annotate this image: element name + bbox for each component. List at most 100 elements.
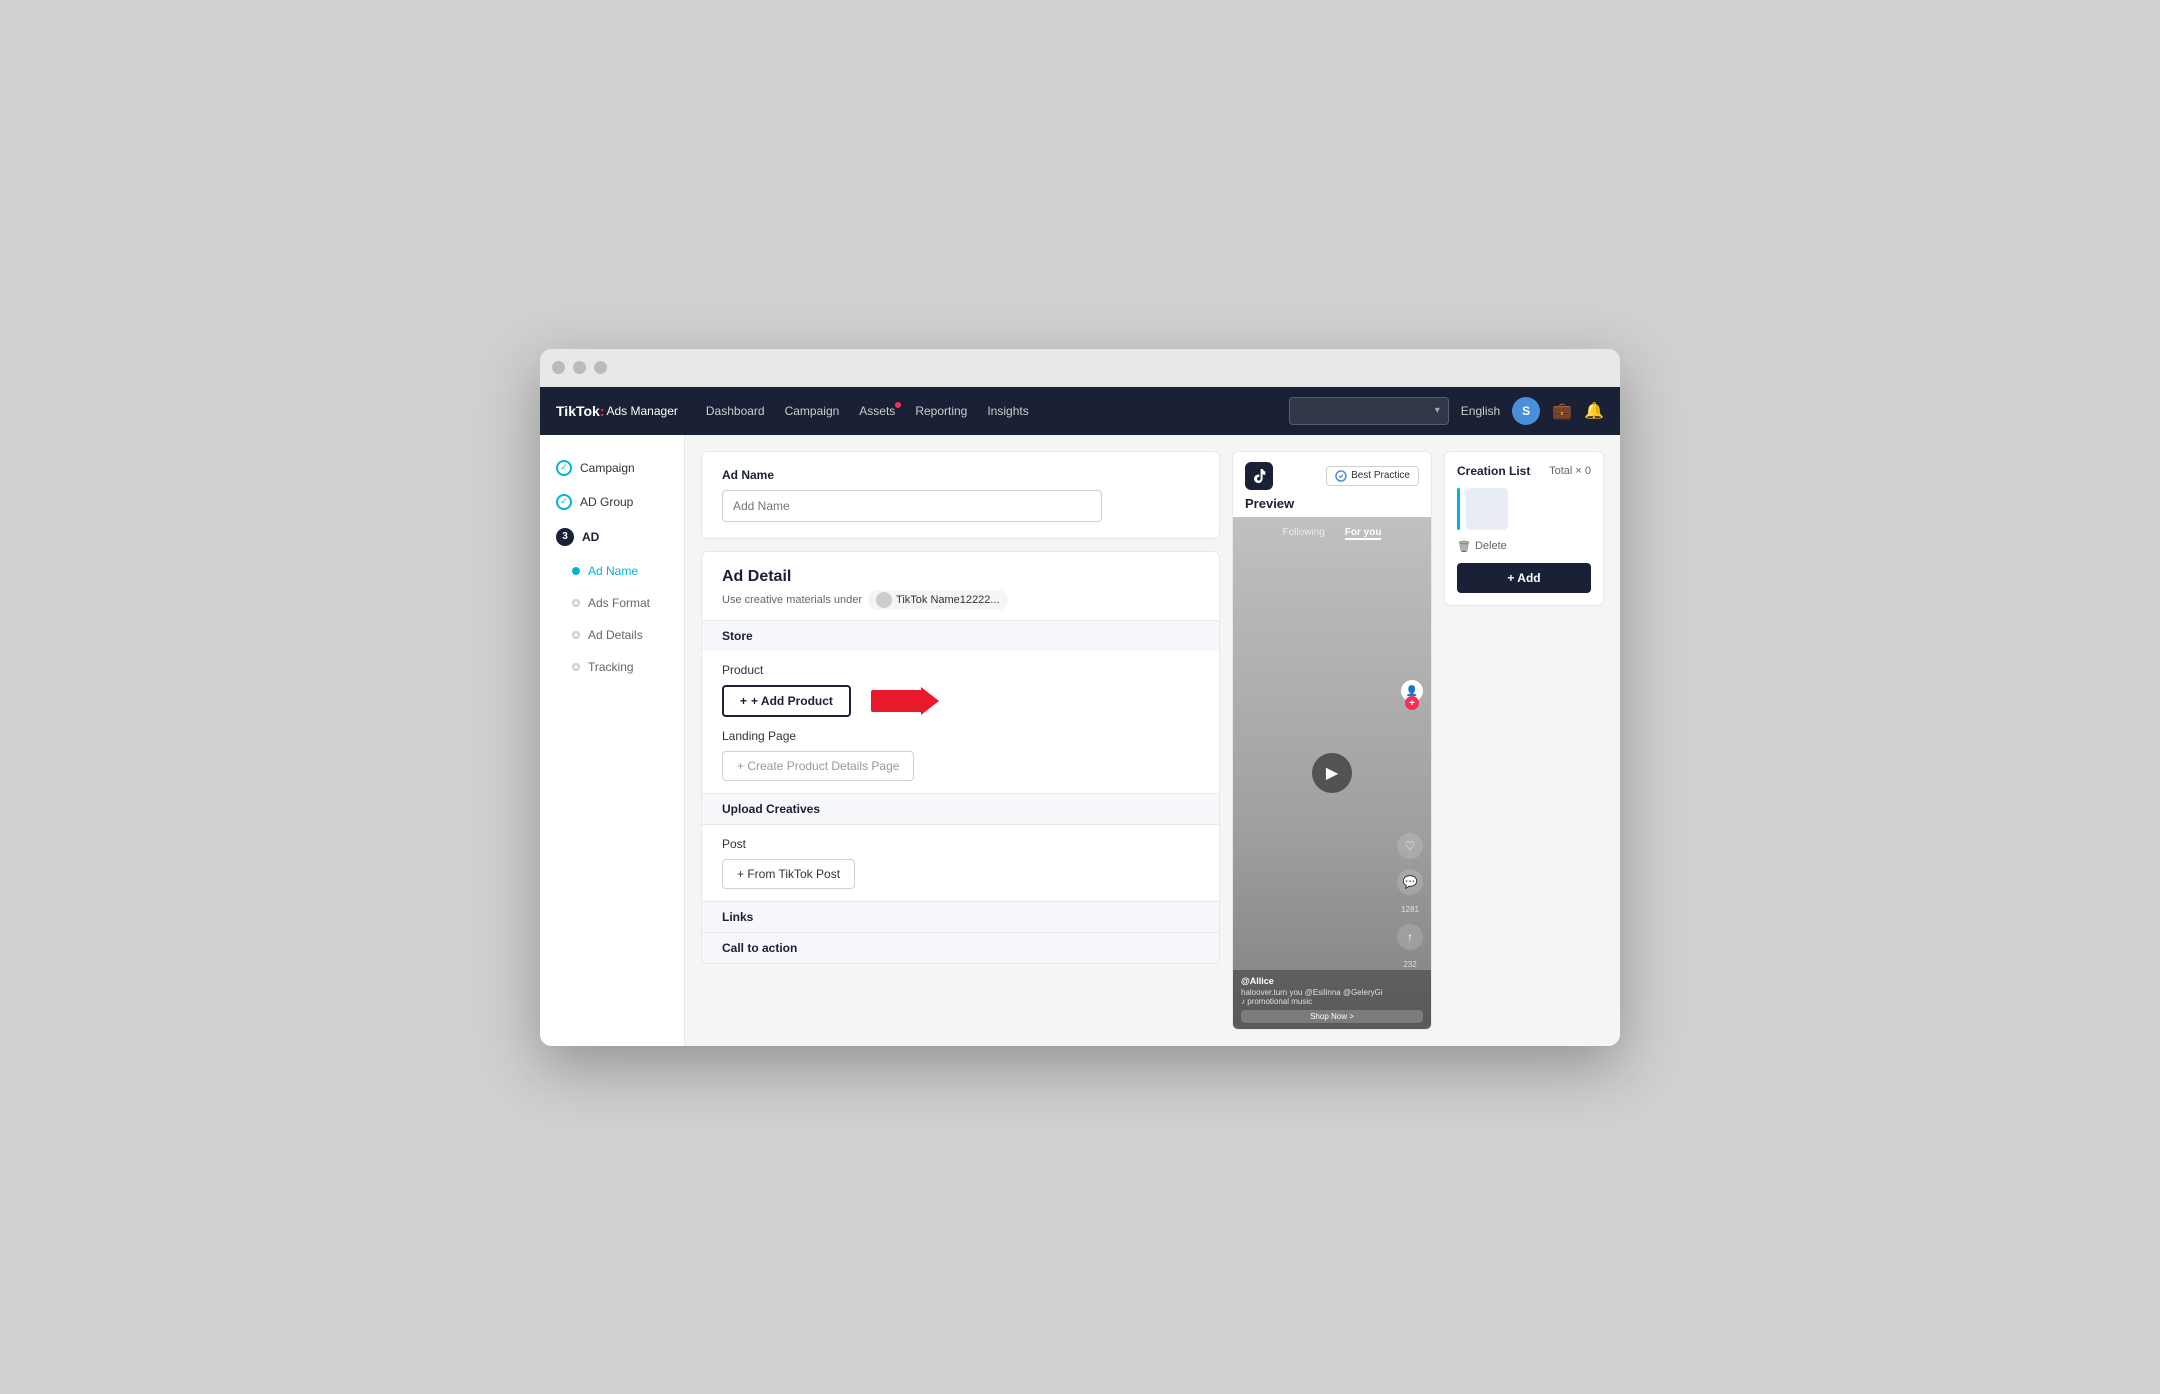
nav-language[interactable]: English — [1461, 404, 1500, 418]
app-window: TikTok : Ads Manager Dashboard Campaign … — [540, 349, 1620, 1046]
sidebar-label-adsformat: Ads Format — [588, 596, 650, 610]
ad-step-number: 3 — [556, 528, 574, 546]
sidebar-item-adname[interactable]: Ad Name — [540, 555, 684, 587]
traffic-light-maximize[interactable] — [594, 361, 607, 374]
links-row: Links — [702, 901, 1219, 932]
bell-icon[interactable]: 🔔 — [1584, 401, 1604, 421]
arrow-head-icon — [921, 687, 939, 715]
shop-now-button[interactable]: Shop Now > — [1241, 1010, 1423, 1023]
preview-panel: Best Practice Preview Following For you … — [1232, 451, 1432, 1030]
from-tiktok-label: + From TikTok Post — [737, 867, 840, 881]
nav-dashboard[interactable]: Dashboard — [706, 404, 765, 418]
add-button[interactable]: + Add — [1457, 563, 1591, 593]
ad-name-section: Ad Name — [701, 451, 1220, 539]
best-practice-label: Best Practice — [1351, 470, 1410, 481]
preview-caption: haloover.turn you @Esilinna @GeleryGi — [1241, 988, 1423, 997]
app-body: TikTok : Ads Manager Dashboard Campaign … — [540, 387, 1620, 1046]
campaign-check-icon: ✓ — [556, 460, 572, 476]
creation-list-total: Total × 0 — [1549, 465, 1591, 477]
plus-icon: + — [740, 694, 747, 708]
follow-plus-icon: 👤 + — [1401, 680, 1423, 710]
tiktok-account-badge[interactable]: TikTok Name12222... — [868, 590, 1008, 610]
tiktok-logo-icon — [1245, 462, 1273, 490]
briefcase-icon[interactable]: 💼 — [1552, 401, 1572, 421]
sidebar-item-adgroup[interactable]: ✓ AD Group — [540, 485, 684, 519]
delete-button[interactable]: 🗑 Delete — [1457, 540, 1591, 553]
sidebar: ✓ Campaign ✓ AD Group 3 AD Ad Name — [540, 435, 685, 1046]
preview-tabs: Following For you — [1233, 527, 1431, 540]
create-page-button[interactable]: + Create Product Details Page — [722, 751, 914, 781]
sidebar-label-adgroup: AD Group — [580, 495, 633, 509]
sidebar-item-campaign[interactable]: ✓ Campaign — [540, 451, 684, 485]
sidebar-label-tracking: Tracking — [588, 660, 634, 674]
trash-icon: 🗑 — [1457, 540, 1471, 553]
ad-name-label: Ad Name — [722, 468, 1199, 482]
preview-bottom-bar: @Allice haloover.turn you @Esilinna @Gel… — [1233, 970, 1431, 1029]
nav-search[interactable]: ▾ — [1289, 397, 1449, 425]
sidebar-item-tracking[interactable]: Tracking — [540, 651, 684, 683]
nav-insights[interactable]: Insights — [987, 404, 1028, 418]
top-nav: TikTok : Ads Manager Dashboard Campaign … — [540, 387, 1620, 435]
sidebar-item-ad[interactable]: 3 AD — [540, 519, 684, 555]
red-arrow-annotation — [871, 687, 939, 715]
ad-detail-header: Ad Detail Use creative materials under T… — [702, 552, 1219, 620]
preview-title: Preview — [1233, 496, 1431, 517]
nav-avatar[interactable]: S — [1512, 397, 1540, 425]
ad-detail-section: Ad Detail Use creative materials under T… — [701, 551, 1220, 964]
preview-side-icons: ♡ 💬 1281 ↑ 232 — [1397, 833, 1423, 969]
from-tiktok-button[interactable]: + From TikTok Post — [722, 859, 855, 889]
traffic-light-close[interactable] — [552, 361, 565, 374]
nav-links: Dashboard Campaign Assets Reporting Insi… — [706, 404, 1289, 418]
creation-list: Creation List Total × 0 — [1444, 451, 1604, 606]
sidebar-item-addetails[interactable]: Ad Details — [540, 619, 684, 651]
sidebar-label-ad: AD — [582, 530, 599, 544]
addetails-dot-icon — [572, 631, 580, 639]
adname-dot-icon — [572, 567, 580, 575]
arrow-body — [871, 690, 921, 712]
heart-icon[interactable]: ♡ — [1397, 833, 1423, 859]
tracking-dot-icon — [572, 663, 580, 671]
traffic-light-minimize[interactable] — [573, 361, 586, 374]
play-button[interactable]: ▶ — [1312, 753, 1352, 793]
brand-colon: : — [600, 403, 605, 419]
create-page-label: + Create Product Details Page — [737, 759, 899, 773]
sidebar-label-addetails: Ad Details — [588, 628, 643, 642]
sidebar-label-adname: Ad Name — [588, 564, 638, 578]
following-tab[interactable]: Following — [1283, 527, 1325, 540]
for-you-tab[interactable]: For you — [1345, 527, 1382, 540]
landing-page-content: Landing Page + Create Product Details Pa… — [702, 729, 1219, 793]
creation-list-title: Creation List — [1457, 464, 1530, 478]
main-layout: ✓ Campaign ✓ AD Group 3 AD Ad Name — [540, 435, 1620, 1046]
add-product-button[interactable]: + + Add Product — [722, 685, 851, 717]
product-label: Product — [722, 663, 1199, 677]
comment-icon[interactable]: 💬 — [1397, 869, 1423, 895]
creation-preview-thumb — [1466, 488, 1508, 530]
nav-reporting[interactable]: Reporting — [915, 404, 967, 418]
brand-tiktok: TikTok — [556, 403, 600, 419]
product-row: + + Add Product — [722, 685, 1199, 717]
adgroup-check-icon: ✓ — [556, 494, 572, 510]
assets-dot — [895, 402, 901, 408]
share-icon[interactable]: ↑ — [1397, 924, 1423, 950]
upload-creatives-row: Upload Creatives — [702, 793, 1219, 824]
post-label: Post — [722, 837, 1199, 851]
nav-campaign[interactable]: Campaign — [785, 404, 840, 418]
brand-sub: Ads Manager — [607, 404, 678, 418]
creation-list-item — [1457, 488, 1591, 530]
store-section-row: Store — [702, 620, 1219, 651]
nav-right: ▾ English S 💼 🔔 — [1289, 397, 1604, 425]
cyan-bar-icon — [1457, 488, 1460, 530]
best-practice-button[interactable]: Best Practice — [1326, 466, 1419, 486]
ad-detail-sub: Use creative materials under TikTok Name… — [722, 590, 1008, 610]
creation-list-row — [1466, 488, 1514, 530]
creation-list-header: Creation List Total × 0 — [1457, 464, 1591, 478]
cta-row: Call to action — [702, 932, 1219, 963]
account-avatar-icon — [876, 592, 892, 608]
nav-assets[interactable]: Assets — [859, 404, 895, 418]
preview-video: Following For you ▶ 👤 + ♡ 💬 — [1233, 517, 1431, 1029]
sidebar-item-adsformat[interactable]: Ads Format — [540, 587, 684, 619]
title-bar — [540, 349, 1620, 387]
add-product-label: + Add Product — [751, 694, 833, 708]
ad-name-input[interactable] — [722, 490, 1102, 522]
main-panel: Ad Name Ad Detail Use creative materials… — [701, 451, 1220, 1030]
